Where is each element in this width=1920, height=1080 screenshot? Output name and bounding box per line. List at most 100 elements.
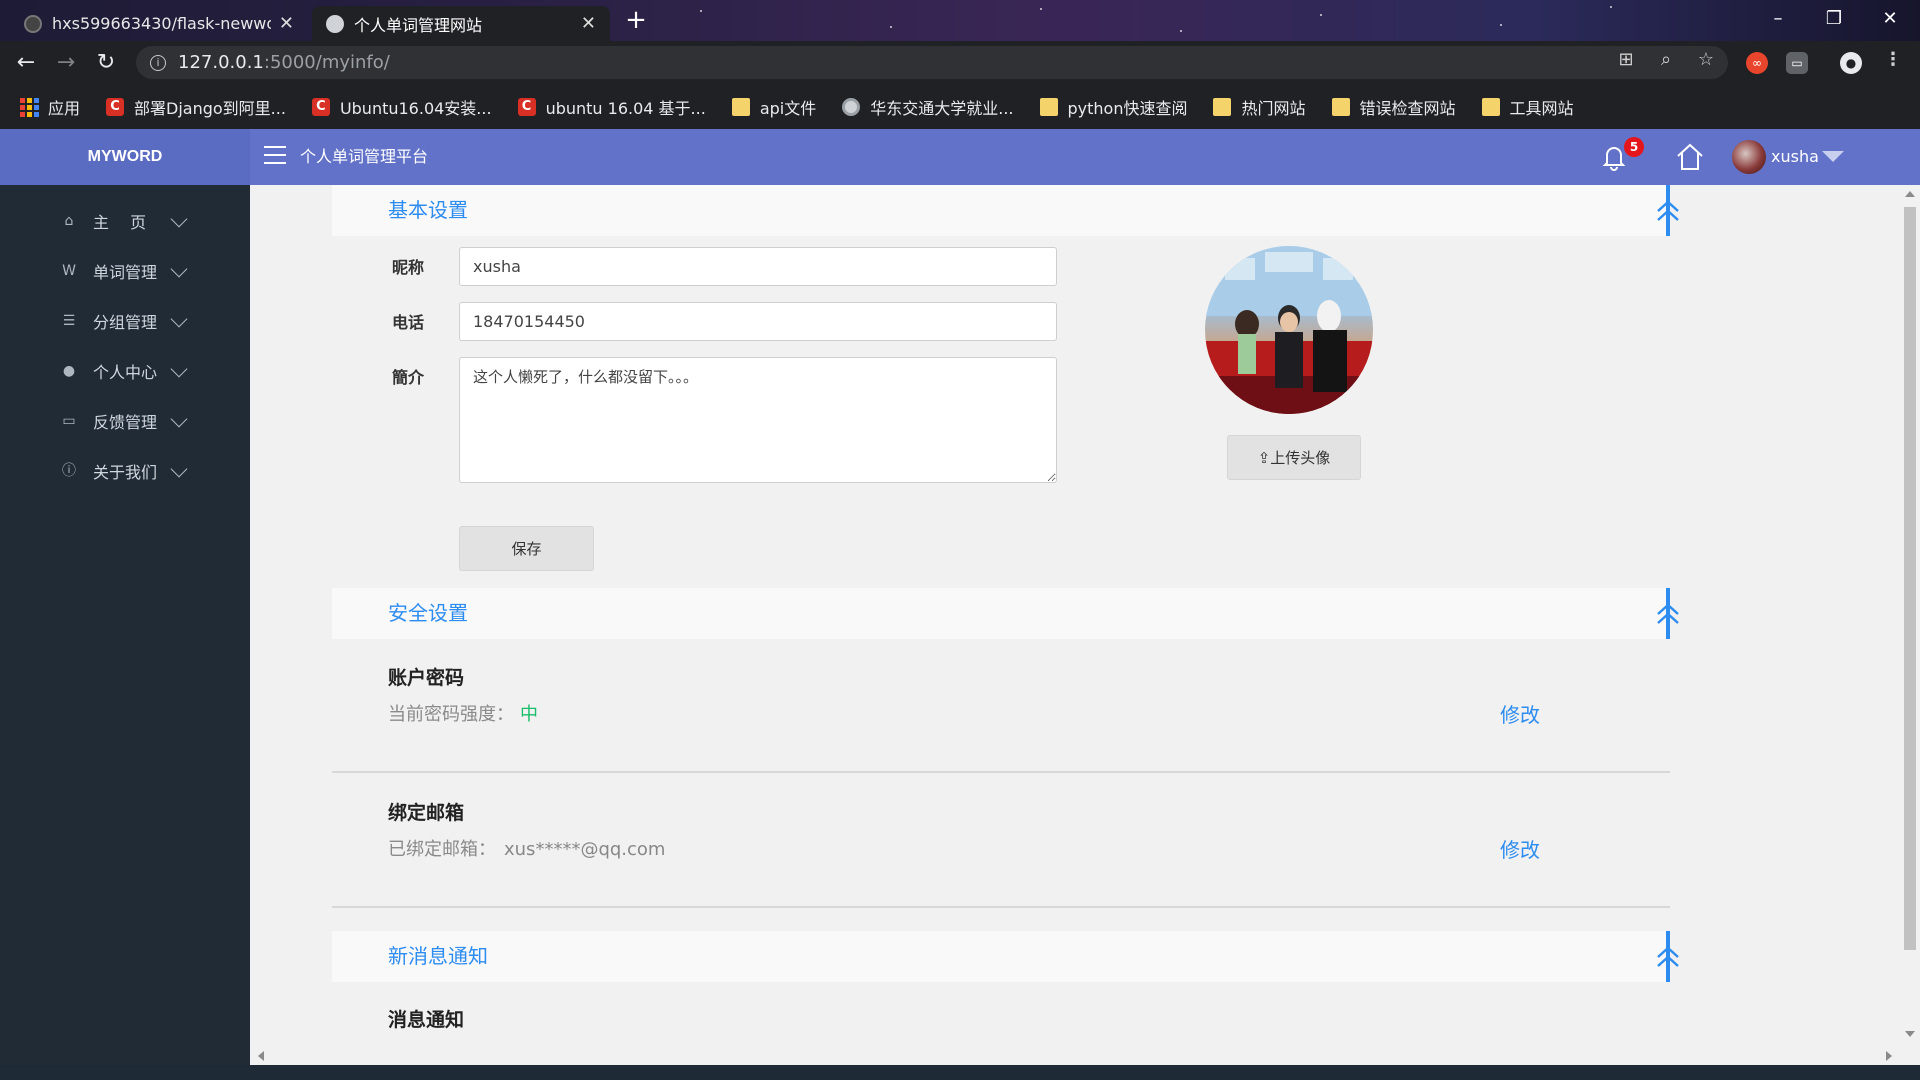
bookmark-label: Ubuntu16.04安装... — [339, 98, 492, 118]
bookmark-star-icon[interactable]: ☆ — [1695, 49, 1717, 71]
extension-reader-icon[interactable]: ▭ — [1786, 52, 1808, 74]
avatar[interactable] — [1732, 140, 1766, 174]
section-header-basic: 基本设置 — [332, 185, 1679, 236]
folder-icon — [1039, 97, 1058, 116]
chevron-down-icon — [170, 310, 188, 328]
close-icon[interactable]: ✕ — [581, 13, 596, 34]
back-icon[interactable]: ← — [10, 47, 42, 79]
zoom-icon[interactable]: ⌕ — [1655, 49, 1677, 71]
menu-kebab-icon[interactable]: ⋮ — [1882, 49, 1904, 71]
sidebar-item-label: 分组管理 — [93, 313, 158, 332]
sidebar-item-about[interactable]: ⓘ 关于我们 — [0, 446, 250, 496]
nickname-input[interactable] — [459, 247, 1057, 286]
close-icon[interactable]: ✕ — [279, 13, 294, 34]
avatar-illustration — [1205, 246, 1373, 414]
brand-logo[interactable]: MYWORD — [0, 129, 250, 185]
minimize-icon[interactable]: – — [1750, 0, 1806, 41]
scroll-down-icon[interactable] — [1905, 1031, 1915, 1037]
collapse-up-icon[interactable] — [1656, 945, 1680, 969]
phone-input[interactable] — [459, 302, 1057, 341]
bookmark-folder[interactable]: api文件 — [731, 95, 816, 119]
url-host: 127.0.0.1 — [178, 52, 264, 73]
sidebar-item-personal-center[interactable]: ● 个人中心 — [0, 346, 250, 396]
sidebar-item-label: 关于我们 — [93, 463, 158, 482]
translate-icon[interactable]: ⊞ — [1615, 49, 1637, 71]
chevron-down-icon — [170, 360, 188, 378]
divider — [332, 771, 1670, 773]
sidebar-item-words[interactable]: W 单词管理 — [0, 246, 250, 296]
sidebar-item-feedback[interactable]: ▭ 反馈管理 — [0, 396, 250, 446]
tab-github[interactable]: hxs599663430/flask-newword ✕ — [10, 6, 308, 41]
email-label: 已绑定邮箱： — [388, 839, 496, 860]
sidebar-item-label: 个人中心 — [93, 363, 158, 382]
bookmark-folder[interactable]: 工具网站 — [1481, 95, 1574, 119]
vertical-scrollbar[interactable] — [1900, 185, 1920, 1080]
extension-infinity-icon[interactable]: ∞ — [1746, 52, 1768, 74]
upload-avatar-button[interactable]: ⇪上传头像 — [1227, 435, 1361, 480]
intro-label: 簡介 — [392, 368, 425, 387]
intro-textarea[interactable]: 这个人懒死了，什么都没留下。。。 — [459, 357, 1057, 483]
bookmark-folder[interactable]: 错误检查网站 — [1331, 95, 1456, 119]
bookmark-apps[interactable]: 应用 — [20, 95, 80, 119]
word-icon: W — [62, 263, 76, 279]
chevron-down-icon — [170, 460, 188, 478]
collapse-up-icon[interactable] — [1656, 199, 1680, 223]
home-icon[interactable] — [1674, 141, 1706, 173]
profile-icon[interactable]: ● — [1840, 52, 1862, 74]
email-title: 绑定邮箱 — [388, 802, 465, 824]
restore-icon[interactable]: ❐ — [1806, 0, 1862, 41]
bottom-strip — [0, 1065, 1920, 1080]
sidebar-item-home[interactable]: ⌂ 主 页 — [0, 196, 250, 246]
bookmark-folder[interactable]: 热门网站 — [1213, 95, 1306, 119]
site-info-icon[interactable]: i — [150, 54, 166, 71]
chevron-down-icon — [170, 210, 188, 228]
bookmark-folder[interactable]: python快速查阅 — [1039, 95, 1188, 119]
modify-email-link[interactable]: 修改 — [1500, 834, 1540, 863]
collapse-up-icon[interactable] — [1656, 602, 1680, 626]
scroll-right-icon[interactable] — [1886, 1051, 1892, 1061]
tab-personal-word-site[interactable]: 个人单词管理网站 ✕ — [312, 6, 610, 41]
section-title: 基本设置 — [388, 198, 468, 222]
new-tab-button[interactable]: + — [620, 6, 652, 36]
sidebar-item-label: 反馈管理 — [93, 413, 158, 432]
address-bar[interactable]: i 127.0.0.1:5000/myinfo/ — [136, 46, 1728, 79]
password-strength-value: 中 — [520, 704, 538, 725]
phone-label: 电话 — [392, 313, 425, 332]
tab-title: 个人单词管理网站 — [354, 15, 483, 35]
username[interactable]: xusha — [1771, 129, 1819, 185]
reload-icon[interactable]: ↻ — [90, 47, 122, 79]
bookmark-item[interactable]: C ubuntu 16.04 基于... — [517, 95, 706, 119]
bookmark-label: python快速查阅 — [1067, 98, 1188, 118]
horizontal-scrollbar[interactable] — [250, 1047, 1900, 1065]
email-row: 已绑定邮箱： xus*****@qq.com — [388, 835, 665, 861]
url-path: :5000/myinfo/ — [263, 52, 390, 73]
list-icon: ☰ — [62, 313, 76, 329]
section-title: 新消息通知 — [388, 944, 488, 968]
folder-icon — [731, 97, 750, 116]
password-title: 账户密码 — [388, 667, 465, 689]
bookmark-item[interactable]: C Ubuntu16.04安装... — [311, 95, 492, 119]
hamburger-menu-icon[interactable] — [264, 146, 286, 166]
section-header-notify: 新消息通知 — [332, 931, 1679, 982]
bookmark-item[interactable]: 华东交通大学就业... — [842, 95, 1014, 119]
scroll-up-icon[interactable] — [1905, 191, 1915, 197]
forward-icon[interactable]: → — [50, 47, 82, 79]
bookmark-label: ubuntu 16.04 基于... — [545, 98, 706, 118]
caret-down-icon[interactable] — [1822, 151, 1844, 162]
bookmark-label: 热门网站 — [1241, 98, 1306, 118]
scroll-left-icon[interactable] — [258, 1051, 264, 1061]
platform-title: 个人单词管理平台 — [300, 147, 429, 166]
bookmark-label: 应用 — [48, 98, 81, 118]
bookmark-item[interactable]: C 部署Django到阿里... — [106, 95, 286, 119]
section-title: 安全设置 — [388, 601, 468, 625]
sidebar: ⌂ 主 页 W 单词管理 ☰ 分组管理 ● 个人中心 ▭ 反馈管理 ⓘ 关于我们 — [0, 185, 250, 1080]
modify-password-link[interactable]: 修改 — [1500, 699, 1540, 728]
sidebar-item-groups[interactable]: ☰ 分组管理 — [0, 296, 250, 346]
window-close-icon[interactable]: ✕ — [1862, 0, 1918, 41]
save-button[interactable]: 保存 — [459, 526, 594, 571]
bookmarks-bar: 应用 C 部署Django到阿里... C Ubuntu16.04安装... C… — [0, 84, 1920, 129]
scrollbar-thumb[interactable] — [1904, 207, 1916, 950]
bookmark-label: 工具网站 — [1509, 98, 1574, 118]
folder-icon — [1331, 97, 1350, 116]
apps-grid-icon — [20, 97, 39, 117]
